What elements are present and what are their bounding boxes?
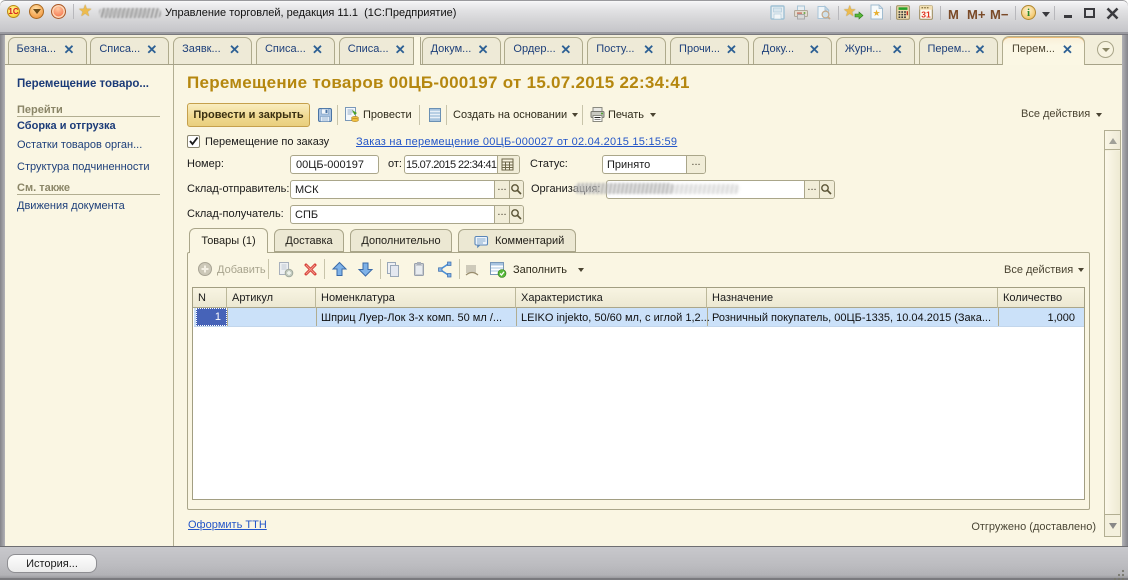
svg-text:★: ★ (872, 8, 880, 18)
svg-text:31: 31 (921, 10, 931, 20)
